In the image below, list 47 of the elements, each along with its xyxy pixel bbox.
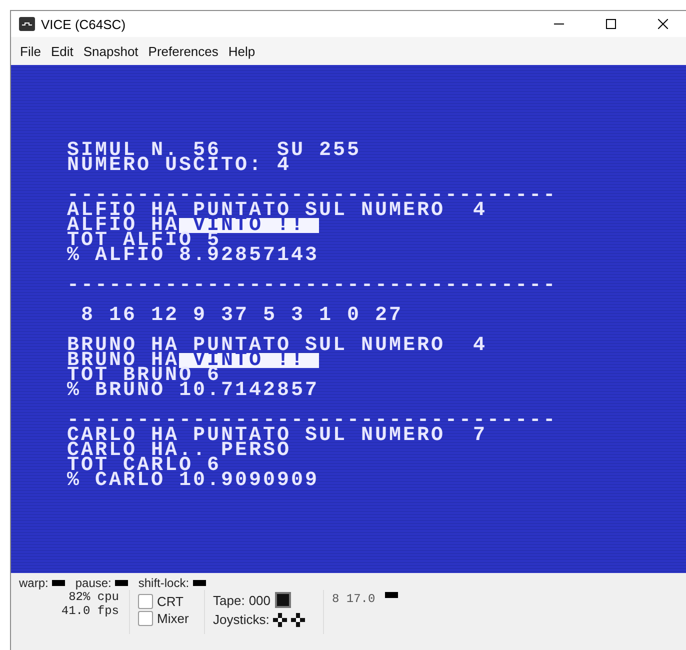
joystick-icon [273, 612, 288, 626]
screen-text: ALFIO HA [67, 218, 180, 233]
screen-text: ----------------------------------- [67, 278, 558, 293]
close-icon [658, 19, 668, 29]
screen-text: NUMERO USCITO: 4 [67, 158, 292, 173]
screen-text: BRUNO HA PUNTATO SUL NUMERO 4 [67, 338, 488, 353]
window-title: VICE (C64SC) [41, 16, 127, 32]
led-icon [52, 580, 66, 586]
tape-led-icon [274, 592, 291, 608]
fps-readout: 41.0 fps [61, 604, 119, 618]
screen-text: CARLO HA PUNTATO SUL NUMERO 7 [67, 428, 488, 443]
led-icon [385, 592, 398, 598]
indicator-label: pause: [75, 576, 112, 590]
checkbox[interactable]: Mixer [138, 611, 204, 626]
screen-text: % BRUNO 10.7142857 [67, 383, 320, 398]
menu-item[interactable]: Preferences [143, 42, 224, 60]
screen-text: TOT ALFIO 5 [67, 233, 222, 248]
tape-counter: 000 [248, 592, 271, 608]
menu-item[interactable]: Help [223, 42, 260, 60]
indicator-label: shift-lock: [138, 576, 190, 590]
reverse-text: VINTO !! [179, 353, 320, 368]
menu-item[interactable]: Snapshot [78, 42, 144, 60]
tape-label: Tape: [213, 592, 245, 608]
screen-text: ----------------------------------- [67, 413, 558, 428]
screen-text: TOT BRUNO 6 [67, 368, 222, 383]
screen-text: BRUNO HA [67, 353, 180, 368]
menu-item[interactable]: Edit [46, 42, 78, 60]
screen-text: ALFIO HA PUNTATO SUL NUMERO 4 [67, 203, 488, 218]
cpu-usage: 82% cpu [68, 590, 119, 604]
drive-status: 8 17.0 [332, 592, 376, 606]
menu-item[interactable]: File [15, 42, 46, 60]
maximize-icon [606, 19, 616, 29]
app-icon [19, 17, 35, 31]
led-icon [193, 580, 206, 586]
joysticks-label: Joysticks: [213, 612, 270, 627]
indicator-label: warp: [19, 576, 48, 590]
screen-text: % CARLO 10.9090909 [67, 473, 320, 488]
joystick-icon [291, 612, 306, 626]
screen-text: 8 16 12 9 37 5 3 1 0 27 [80, 308, 404, 323]
led-icon [115, 580, 128, 586]
screen-text: TOT CARLO 6 [67, 458, 222, 473]
screen-text: % ALFIO 8.92857143 [67, 248, 320, 263]
screen-text: ----------------------------------- [67, 188, 558, 203]
checkbox[interactable]: CRT [138, 594, 204, 609]
reverse-text: VINTO !! [179, 218, 320, 233]
screen-text: CARLO HA.. PERSO [67, 443, 292, 458]
screen-text: SIMUL N. 56 SU 255 [67, 143, 362, 158]
